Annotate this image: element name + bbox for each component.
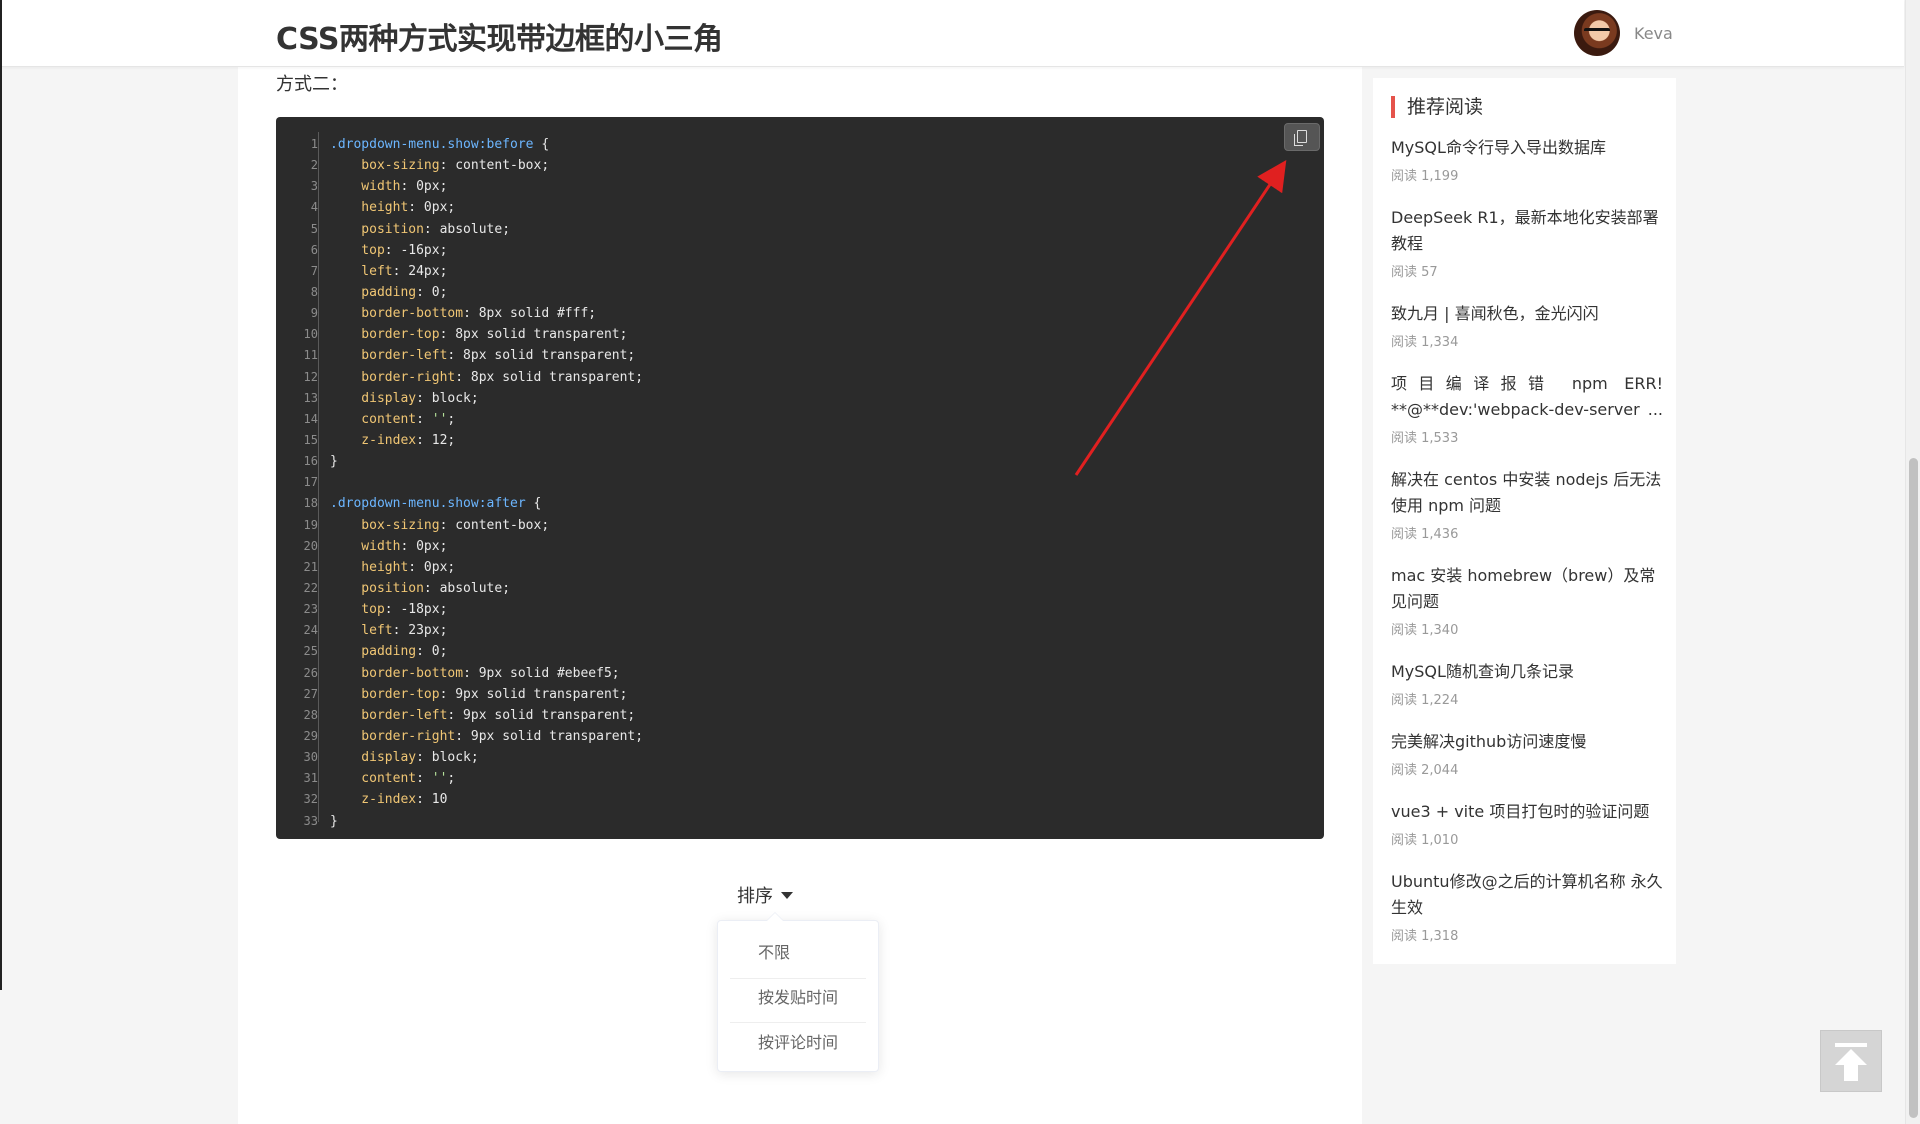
recommended-item[interactable]: 解决在 centos 中安装 nodejs 后无法使用 npm 问题 阅读 1,… (1391, 467, 1663, 542)
sort-option-label: 按评论时间 (758, 1033, 839, 1052)
sort-option-comment-time[interactable]: 按评论时间 (718, 1021, 878, 1065)
recommended-item-title[interactable]: DeepSeek R1，最新本地化安装部署教程 (1391, 205, 1663, 257)
recommended-item-title[interactable]: MySQL命令行导入导出数据库 (1391, 135, 1663, 161)
recommended-item[interactable]: 致九月 | 喜闻秋色，金光闪闪 阅读 1,334 (1391, 301, 1663, 350)
sort-option-post-time[interactable]: 按发贴时间 (718, 976, 878, 1020)
page-title: CSS两种方式实现带边框的小三角 (276, 22, 723, 57)
window-left-edge (0, 0, 2, 990)
recommended-item-title[interactable]: 完美解决github访问速度慢 (1391, 729, 1663, 755)
sort-option-label: 按发贴时间 (758, 988, 839, 1007)
back-to-top-button[interactable] (1820, 1030, 1882, 1092)
sidebar-title: 推荐阅读 (1391, 96, 1483, 118)
arrow-up-icon (1835, 1043, 1867, 1081)
sort-option-label: 不限 (758, 943, 791, 962)
recommended-item-views: 阅读 1,340 (1391, 623, 1459, 638)
recommended-item[interactable]: vue3 + vite 项目打包时的验证问题 阅读 1,010 (1391, 799, 1663, 848)
recommended-item[interactable]: 项目编译报错 npm ERR! **@**dev:'webpack-dev-se… (1391, 371, 1663, 446)
recommended-item[interactable]: 完美解决github访问速度慢 阅读 2,044 (1391, 729, 1663, 778)
recommended-item[interactable]: DeepSeek R1，最新本地化安装部署教程 阅读 57 (1391, 205, 1663, 280)
avatar[interactable] (1574, 10, 1620, 56)
scrollbar-track[interactable] (1905, 0, 1920, 1124)
caret-down-icon (781, 892, 793, 899)
section-label: 方式二： (276, 74, 348, 95)
username[interactable]: Keva (1634, 24, 1673, 43)
sort-dropdown-menu: 不限 按发贴时间 按评论时间 (717, 912, 879, 1072)
recommended-item-title[interactable]: 项目编译报错 npm ERR! **@**dev:'webpack-dev-se… (1391, 371, 1663, 423)
sort-label: 排序 (737, 886, 773, 907)
annotation-arrow-line (1074, 160, 1287, 476)
sort-dropdown-trigger[interactable]: 排序 (737, 882, 793, 908)
recommended-item-views: 阅读 1,224 (1391, 693, 1459, 708)
recommended-item[interactable]: MySQL命令行导入导出数据库 阅读 1,199 (1391, 135, 1663, 184)
recommended-item-views: 阅读 1,199 (1391, 169, 1459, 184)
recommended-item[interactable]: MySQL随机查询几条记录 阅读 1,224 (1391, 659, 1663, 708)
recommended-item-views: 阅读 1,533 (1391, 431, 1459, 446)
recommended-item-views: 阅读 1,334 (1391, 335, 1459, 350)
recommended-sidebar: 推荐阅读 MySQL命令行导入导出数据库 阅读 1,199 DeepSeek R… (1373, 78, 1676, 964)
code-block: 1 2 3 4 5 6 7 8 9 10 11 12 13 14 15 16 17 18 19 20 21 22 23 24 2… (276, 117, 1324, 839)
recommended-item-views: 阅读 1,318 (1391, 929, 1459, 944)
top-header: CSS两种方式实现带边框的小三角 Keva (2, 0, 1904, 67)
recommended-item-views: 阅读 57 (1391, 265, 1438, 280)
recommended-item-views: 阅读 1,436 (1391, 527, 1459, 542)
scrollbar-thumb[interactable] (1909, 458, 1918, 1118)
recommended-item-title[interactable]: 解决在 centos 中安装 nodejs 后无法使用 npm 问题 (1391, 467, 1663, 519)
recommended-item-title[interactable]: Ubuntu修改@之后的计算机名称 永久生效 (1391, 869, 1663, 921)
recommended-item-title[interactable]: 致九月 | 喜闻秋色，金光闪闪 (1391, 301, 1663, 327)
dropdown-arrow-fill (767, 913, 783, 921)
recommended-item[interactable]: mac 安装 homebrew（brew）及常见问题 阅读 1,340 (1391, 563, 1663, 638)
recommended-item[interactable]: Ubuntu修改@之后的计算机名称 永久生效 阅读 1,318 (1391, 869, 1663, 944)
annotation-arrow (1074, 160, 1287, 476)
sort-option-all[interactable]: 不限 (718, 931, 878, 975)
recommended-item-title[interactable]: mac 安装 homebrew（brew）及常见问题 (1391, 563, 1663, 615)
recommended-item-views: 阅读 2,044 (1391, 763, 1459, 778)
recommended-item-views: 阅读 1,010 (1391, 833, 1459, 848)
recommended-item-title[interactable]: MySQL随机查询几条记录 (1391, 659, 1663, 685)
recommended-item-title[interactable]: vue3 + vite 项目打包时的验证问题 (1391, 799, 1663, 825)
avatar-glasses (1584, 28, 1610, 38)
